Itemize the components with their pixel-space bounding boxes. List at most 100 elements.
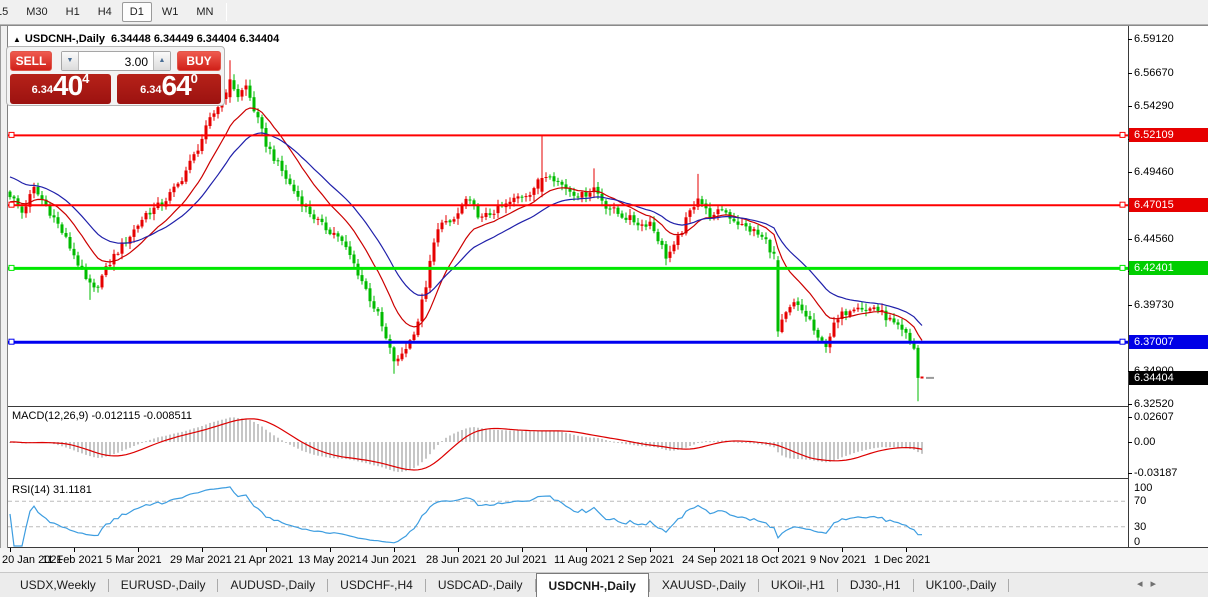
ma-slow-line bbox=[9, 132, 923, 326]
macd-label: MACD(12,26,9) -0.012115 -0.008511 bbox=[12, 410, 192, 422]
tab-audusd-daily[interactable]: AUDUSD-,Daily bbox=[218, 573, 327, 597]
tab-eurusd-daily[interactable]: EURUSD-,Daily bbox=[109, 573, 218, 597]
price-badge-6.47015: 6.47015 bbox=[1129, 198, 1208, 212]
rsi-tick-label: 100 bbox=[1134, 482, 1153, 494]
price-tick-label: 6.59120 bbox=[1134, 33, 1174, 45]
volume-input[interactable]: 3.00 bbox=[79, 52, 153, 70]
time-axis[interactable]: 20 Jan 2021 11 Feb 2021 5 Mar 2021 29 Mar 2… bbox=[0, 548, 1208, 572]
sell-price-prefix: 6.34 bbox=[31, 84, 54, 96]
price-tickmark bbox=[1128, 305, 1132, 306]
buy-price-button[interactable]: 6.34640 bbox=[117, 70, 221, 104]
one-click-trading-panel: SELL ▼ 3.00 ▲ BUY 6.34404 6.34640 bbox=[6, 46, 225, 106]
tabbar-left-pad bbox=[0, 573, 8, 597]
price-badge-6.42401: 6.42401 bbox=[1129, 261, 1208, 275]
tab-scroll-left-icon[interactable]: ◂ bbox=[1137, 578, 1151, 590]
timeframe-w1[interactable]: W1 bbox=[154, 2, 187, 22]
rsi-tick-label: 0 bbox=[1134, 536, 1141, 548]
rsi-label: RSI(14) 31.1181 bbox=[12, 484, 92, 496]
pane-splitter-macd[interactable] bbox=[8, 406, 1208, 407]
timeframe-h4[interactable]: H4 bbox=[90, 2, 120, 22]
tab-xauusd-daily[interactable]: XAUUSD-,Daily bbox=[650, 573, 758, 597]
rsi-line bbox=[9, 486, 922, 547]
time-tickmark bbox=[74, 548, 75, 552]
time-tickmark bbox=[650, 548, 651, 552]
time-axis-label: 1 Dec 2021 bbox=[874, 554, 931, 566]
price-tickmark bbox=[1128, 73, 1132, 74]
time-tickmark bbox=[778, 548, 779, 552]
price-tickmark bbox=[1128, 106, 1132, 107]
tab-uk100-daily[interactable]: UK100-,Daily bbox=[914, 573, 1009, 597]
time-axis-label: 5 Mar 2021 bbox=[106, 554, 162, 566]
price-tick-label: 6.44560 bbox=[1134, 233, 1174, 245]
macd-histogram bbox=[9, 417, 923, 472]
time-axis-label: 11 Aug 2021 bbox=[554, 554, 615, 566]
timeframe-toolbar: 15M30H1H4D1W1MN bbox=[0, 0, 1208, 25]
current-bar bbox=[920, 376, 924, 379]
hline-handle bbox=[1119, 338, 1126, 345]
tab-scroll-right-icon[interactable]: ▸ bbox=[1151, 578, 1165, 590]
price-axis[interactable]: 6.591206.566706.542906.518406.494606.445… bbox=[1128, 26, 1208, 548]
time-tickmark bbox=[138, 548, 139, 552]
time-tickmark bbox=[842, 548, 843, 552]
price-badge-6.34404: 6.34404 bbox=[1129, 371, 1208, 385]
volume-decrease-icon[interactable]: ▼ bbox=[62, 52, 79, 70]
pane-splitter-rsi[interactable] bbox=[8, 478, 1208, 479]
symbol-tabbar: USDX,Weekly EURUSD-,Daily AUDUSD-,Daily USD… bbox=[0, 572, 1208, 597]
tab-ukoil-h1[interactable]: UKOil-,H1 bbox=[759, 573, 837, 597]
macd-tick-label: 0.00 bbox=[1134, 436, 1156, 448]
hline-handle bbox=[8, 338, 15, 345]
ohlc-values: 6.34448 6.34449 6.34404 6.34404 bbox=[111, 33, 280, 45]
sell-price-button[interactable]: 6.34404 bbox=[10, 70, 111, 104]
price-tick-label: 6.39730 bbox=[1134, 299, 1174, 311]
time-tickmark bbox=[394, 548, 395, 552]
macd-tick-label: -0.03187 bbox=[1134, 467, 1178, 479]
tab-usdcnh-daily[interactable]: USDCNH-,Daily bbox=[535, 573, 649, 597]
hline-handle bbox=[1119, 264, 1126, 271]
timeframe-mn[interactable]: MN bbox=[188, 2, 221, 22]
current-price-dash bbox=[926, 376, 934, 379]
time-tickmark bbox=[266, 548, 267, 552]
tab-usdchf-h4[interactable]: USDCHF-,H4 bbox=[328, 573, 425, 597]
tab-dj30-h1[interactable]: DJ30-,H1 bbox=[838, 573, 913, 597]
buy-price-pip: 0 bbox=[190, 71, 198, 86]
tab-usdcad-daily[interactable]: USDCAD-,Daily bbox=[426, 573, 535, 597]
macd-tickmark bbox=[1128, 473, 1132, 474]
volume-increase-icon[interactable]: ▲ bbox=[153, 52, 170, 70]
time-axis-label: 2 Sep 2021 bbox=[618, 554, 675, 566]
time-axis-label: 29 Mar 2021 bbox=[170, 554, 232, 566]
hline-handle bbox=[1119, 201, 1126, 208]
volume-stepper: ▼ 3.00 ▲ bbox=[61, 51, 171, 71]
tab-usdx-weekly[interactable]: USDX,Weekly bbox=[8, 573, 108, 597]
price-tick-label: 6.32520 bbox=[1134, 398, 1174, 410]
buy-button[interactable]: BUY bbox=[177, 51, 221, 71]
timeframe-15[interactable]: 15 bbox=[0, 2, 16, 22]
chart-title: ▲ USDCNH-,Daily 6.34448 6.34449 6.34404 6.… bbox=[13, 33, 279, 45]
macd-tick-label: 0.02607 bbox=[1134, 411, 1174, 423]
sell-button[interactable]: SELL bbox=[10, 51, 52, 71]
hline-handle bbox=[8, 201, 15, 208]
buy-price-main: 64 bbox=[161, 70, 192, 101]
time-axis-label: 4 Jun 2021 bbox=[362, 554, 417, 566]
timeframe-d1[interactable]: D1 bbox=[121, 2, 152, 22]
tab-scroll-arrows[interactable]: ◂▸ bbox=[1137, 577, 1164, 590]
timeframe-h1[interactable]: H1 bbox=[58, 2, 88, 22]
hline-handle bbox=[8, 264, 15, 271]
time-tickmark bbox=[586, 548, 587, 552]
price-tickmark bbox=[1128, 172, 1132, 173]
symbol-period-label: USDCNH-,Daily bbox=[24, 33, 105, 45]
price-tick-label: 6.56670 bbox=[1134, 67, 1174, 79]
time-tickmark bbox=[458, 548, 459, 552]
price-tick-label: 6.49460 bbox=[1134, 166, 1174, 178]
time-axis-label: 11 Feb 2021 bbox=[42, 554, 103, 566]
price-tick-label: 6.54290 bbox=[1134, 100, 1174, 112]
price-tickmark bbox=[1128, 39, 1132, 40]
macd-tickmark bbox=[1128, 442, 1132, 443]
price-tickmark bbox=[1128, 404, 1132, 405]
time-axis-label: 24 Sep 2021 bbox=[682, 554, 745, 566]
time-tickmark bbox=[522, 548, 523, 552]
timeframe-m30[interactable]: M30 bbox=[18, 2, 55, 22]
candles bbox=[8, 60, 924, 402]
time-tickmark bbox=[906, 548, 907, 552]
collapse-panel-icon[interactable]: ▲ bbox=[13, 35, 21, 44]
buy-price-prefix: 6.34 bbox=[140, 84, 162, 96]
